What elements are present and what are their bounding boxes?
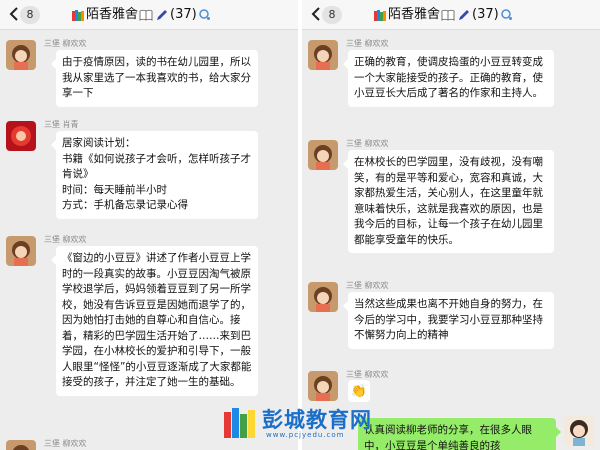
avatar-liuhuanhuan[interactable]: [6, 236, 36, 266]
avatar-xiaoqing[interactable]: [6, 121, 36, 151]
avatar-liuhuanhuan[interactable]: [308, 282, 338, 312]
clapping-hands-icon: 👏: [350, 383, 368, 399]
member-count: (37): [472, 7, 499, 22]
message-bubble[interactable]: 居家阅读计划： 书籍《如何说孩子才会听，怎样听孩子才肯说》 时间：每天睡前半小时…: [51, 131, 258, 219]
sender-name: 三堡 柳欢欢: [44, 439, 87, 448]
message-bubble[interactable]: 正确的教育，使调皮捣蛋的小豆豆转变成一个大家能接受的孩子。正确的教育，使小豆豆长…: [343, 50, 554, 107]
sender-name: 三堡 柳欢欢: [346, 370, 389, 379]
avatar-liuhuanhuan[interactable]: [6, 440, 36, 450]
message-bubble[interactable]: 当然这些成果也离不开她自身的努力，在今后的学习中，我要学习小豆豆那种坚持不懈努力…: [343, 292, 554, 349]
avatar-liuhuanhuan[interactable]: [308, 140, 338, 170]
unread-count-badge[interactable]: 8: [20, 6, 40, 24]
pen-icon: [459, 10, 470, 20]
clapping-hands-sticker[interactable]: 👏: [348, 380, 370, 402]
books-logo-icon: [224, 408, 255, 438]
avatar-liuhuanhuan[interactable]: [308, 40, 338, 70]
sender-name: 三堡 柳欢欢: [346, 281, 389, 290]
message-bubble[interactable]: 由于疫情原因，读的书在幼儿园里，所以我从家里选了一本我喜欢的书，给大家分享一下: [51, 50, 258, 107]
sender-name: 三堡 柳欢欢: [44, 39, 87, 48]
back-arrow-icon[interactable]: [310, 6, 322, 22]
watermark-logo: 彭城教育网 www.pcjyedu.com: [222, 404, 398, 444]
chat-title-text: 陌香雅舍: [388, 7, 441, 22]
colored-books-icon: [72, 10, 84, 21]
back-arrow-icon[interactable]: [8, 6, 20, 22]
avatar-liuhuanhuan[interactable]: [308, 371, 338, 401]
chat-screen-left: 8 陌香雅舍 (37) 三堡 柳欢欢 由于疫情原因，读的书在幼儿园里，所以我从家…: [0, 0, 298, 450]
pen-icon: [157, 10, 168, 20]
open-book-icon: [139, 9, 153, 21]
screenshot-collage: 8 陌香雅舍 (37) 三堡 柳欢欢 由于疫情原因，读的书在幼儿园里，所以我从家…: [0, 0, 600, 450]
message-bubble[interactable]: 《窗边的小豆豆》讲述了作者小豆豆上学时的一段真实的故事。小豆豆因淘气被原学校退学…: [51, 246, 258, 396]
sender-name: 三堡 柳欢欢: [346, 39, 389, 48]
sender-name: 三堡 柳欢欢: [346, 139, 389, 148]
avatar-self[interactable]: [564, 416, 594, 446]
sender-name: 三堡 肖青: [44, 120, 79, 129]
member-count: (37): [170, 7, 197, 22]
open-book-icon: [441, 9, 455, 21]
message-bubble[interactable]: 在林校长的巴学园里，没有歧视，没有嘲笑，有的是平等和爱心，宽容和真诚，大家都热爱…: [343, 150, 554, 253]
chat-title: 陌香雅舍 (37): [70, 6, 213, 24]
more-icon[interactable]: [198, 8, 212, 22]
nav-bar: 8 陌香雅舍 (37): [0, 0, 298, 30]
chat-title: 陌香雅舍 (37): [372, 6, 515, 24]
colored-books-icon: [374, 10, 386, 21]
chat-screen-right: 8 陌香雅舍 (37) 三堡 柳欢欢 正确的教育，使调皮捣蛋的小豆豆转变成一个大…: [302, 0, 600, 450]
unread-count-badge[interactable]: 8: [322, 6, 342, 24]
watermark-url: www.pcjyedu.com: [266, 431, 345, 439]
chat-title-text: 陌香雅舍: [86, 7, 139, 22]
avatar-liuhuanhuan[interactable]: [6, 40, 36, 70]
sender-name: 三堡 柳欢欢: [44, 235, 87, 244]
more-icon[interactable]: [500, 8, 514, 22]
nav-bar: 8 陌香雅舍 (37): [302, 0, 600, 30]
watermark-name: 彭城教育网: [262, 408, 372, 432]
